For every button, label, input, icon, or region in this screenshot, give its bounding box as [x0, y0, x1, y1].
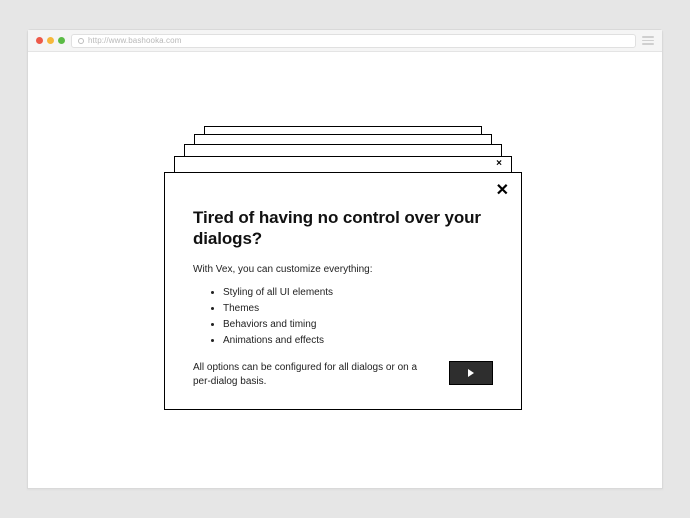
dialog-intro: With Vex, you can customize everything:: [193, 264, 493, 275]
close-icon: ×: [496, 158, 502, 169]
window-close-button[interactable]: [36, 37, 43, 44]
window-zoom-button[interactable]: [58, 37, 65, 44]
hamburger-menu-icon[interactable]: [642, 36, 654, 45]
site-info-icon: [78, 38, 84, 44]
page-content: × ✕ Tired of having no control over your…: [28, 52, 662, 488]
play-icon: [468, 369, 474, 377]
list-item: Styling of all UI elements: [223, 285, 493, 301]
window-minimize-button[interactable]: [47, 37, 54, 44]
list-item: Behaviors and timing: [223, 317, 493, 333]
browser-chrome: http://www.bashooka.com: [28, 30, 662, 52]
list-item: Themes: [223, 301, 493, 317]
dialog-title: Tired of having no control over your dia…: [193, 207, 493, 250]
dialog-feature-list: Styling of all UI elements Themes Behavi…: [223, 285, 493, 349]
list-item: Animations and effects: [223, 333, 493, 349]
dialog-footer: All options can be configured for all di…: [193, 361, 493, 390]
dialog-close-button[interactable]: ✕: [496, 183, 509, 199]
url-text: http://www.bashooka.com: [88, 36, 181, 45]
traffic-lights: [36, 37, 65, 44]
dialog-footnote: All options can be configured for all di…: [193, 361, 433, 390]
url-bar[interactable]: http://www.bashooka.com: [71, 34, 636, 48]
dialog: ✕ Tired of having no control over your d…: [164, 172, 522, 410]
browser-window: http://www.bashooka.com × ✕ Tired of hav…: [27, 29, 663, 489]
play-button[interactable]: [449, 361, 493, 385]
